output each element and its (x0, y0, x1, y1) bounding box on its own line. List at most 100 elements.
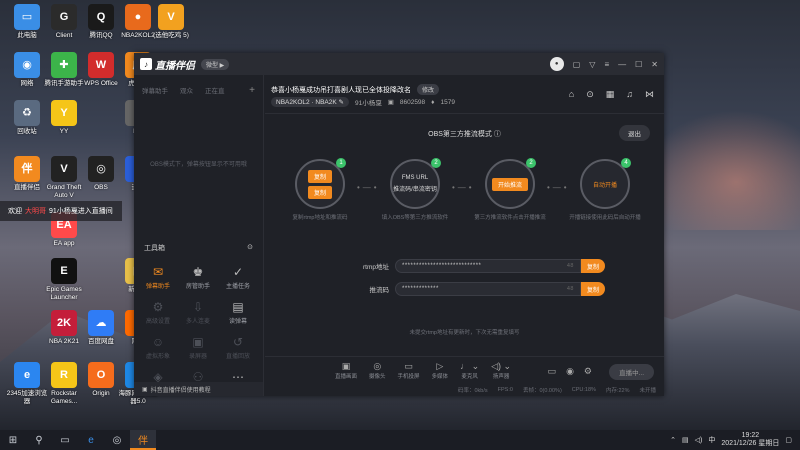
record-icon[interactable]: ▭ (548, 366, 557, 377)
preview-icon[interactable]: ◉ (566, 366, 574, 377)
desktop-icon[interactable]: 2K NBA 2K21 (43, 310, 85, 346)
ime-tray-icon[interactable]: 中 (708, 435, 715, 445)
qq-icon: Q (88, 4, 114, 30)
phone-cast-button[interactable]: ▭ 手机投屏 (398, 361, 420, 380)
notification-center-icon[interactable]: ▢ (785, 436, 792, 444)
desktop-icon[interactable]: ♻ 回收站 (6, 100, 48, 136)
step-1-copy-button[interactable]: 复制 (307, 169, 332, 183)
tool-task[interactable]: ✓ 主播任务 (218, 265, 258, 290)
add-tab-icon[interactable]: + (249, 85, 255, 96)
tab-live[interactable]: 正在直 (205, 85, 225, 96)
mode-pill[interactable]: 微型 ▶ (201, 58, 230, 70)
desktop-icon[interactable]: W WPS Office (80, 52, 122, 88)
tool-replay[interactable]: ↺ 直播回放 (218, 335, 258, 360)
close-icon[interactable]: ✕ (651, 60, 658, 69)
streaming-companion-taskbar-icon[interactable]: 伴 (130, 430, 156, 450)
camera-button[interactable]: ◎ 摄像头 (369, 361, 386, 380)
copy-stream-key-button[interactable]: 复制 (580, 282, 605, 296)
stream-key-count: 48 (566, 286, 574, 292)
scene-button[interactable]: ▣ 直播画面 (335, 361, 357, 380)
stream-key-input[interactable]: ************* 48 (395, 282, 581, 296)
v-icon: V (158, 4, 184, 30)
desktop-icon-label: OBS (94, 184, 108, 191)
desktop-icon[interactable]: ✚ 腾讯手游助手 (43, 52, 85, 88)
desktop-icon[interactable]: ☁ 百度网盘 (80, 310, 122, 346)
lock-icon[interactable]: ⊙ (586, 89, 594, 100)
mic-button[interactable]: ♩ ⌄ 麦克风 (460, 361, 479, 380)
minimize-icon[interactable]: — (618, 60, 626, 69)
gift-icon[interactable]: ⌂ (569, 89, 574, 100)
computer-icon: ▭ (14, 4, 40, 30)
speaker-label: 扬声器 (492, 374, 510, 380)
wallpaper-glow (640, 110, 800, 230)
tab-audience[interactable]: 观众 (180, 85, 193, 96)
clock[interactable]: 19:22 2021/12/26 星期日 (721, 432, 779, 448)
volume-tray-icon[interactable]: ◁) (695, 436, 703, 444)
tray-expand-icon[interactable]: ⌃ (670, 436, 676, 444)
rtmp-input[interactable]: **************************** 48 (395, 259, 581, 273)
tool-recorder[interactable]: ▣ 录屏器 (178, 335, 218, 360)
tool-multi-mic[interactable]: ⇩ 多人连麦 (178, 300, 218, 325)
tool-avatar-virtual[interactable]: ☺ 虚拟形象 (138, 335, 178, 360)
tutorial-link[interactable]: ▣ 抖音直播伴侣使用教程 (134, 382, 263, 396)
streaming-companion-window: ♪ 直播伴侣 微型 ▶ ● ▢ ▽ ≡ — ☐ ✕ 弹幕助手 观众 正在直 + … (134, 53, 664, 396)
desktop-icon-label: Origin (92, 390, 110, 397)
desktop-icon[interactable]: Y YY (43, 100, 85, 136)
desktop-icon[interactable]: G Client (43, 4, 85, 40)
phone-cast-icon: ▭ (404, 361, 413, 371)
start-push-button[interactable]: 开始推流 (491, 177, 528, 191)
desktop-icon[interactable]: ◉ 网络 (6, 52, 48, 88)
filter-icon[interactable]: ▽ (589, 60, 595, 69)
obs-taskbar-icon[interactable]: ◎ (104, 430, 130, 450)
tab-danmu[interactable]: 弹幕助手 (142, 85, 168, 96)
tool-bullet-chat[interactable]: ✉ 弹幕助手 (138, 265, 178, 290)
desktop-icon[interactable]: V (选他吃鸡 5) (150, 4, 192, 40)
rtmp-label: rtmp地址 (363, 264, 389, 271)
tutorial-label: 抖音直播伴侣使用教程 (150, 387, 211, 394)
category-pill[interactable]: NBA2KOL2 · NBA2K ✎ (271, 97, 349, 107)
media-button[interactable]: ▷ 多媒体 (432, 361, 449, 380)
avatar[interactable]: ● (549, 57, 564, 71)
copy-rtmp-button[interactable]: 复制 (580, 259, 605, 273)
desktop-icon[interactable]: ▭ 此电脑 (6, 4, 48, 40)
notification-user: 大明哥 (25, 208, 46, 215)
task-icon: ✓ (232, 265, 244, 279)
desktop-icon[interactable]: V Grand Theft Auto V (43, 156, 85, 200)
maximize-icon[interactable]: ☐ (635, 60, 642, 69)
browser-taskbar-icon[interactable]: e (78, 430, 104, 450)
menu-icon[interactable]: ≡ (604, 60, 609, 69)
desktop-icon[interactable]: O Origin (80, 362, 122, 398)
help-icon[interactable]: ⓘ (494, 131, 501, 138)
edit-title-button[interactable]: 修改 (417, 84, 440, 95)
tool-read-danmu[interactable]: ▤ 读弹幕 (218, 300, 258, 325)
desktop-icon[interactable]: e 2345加速浏览器 (6, 362, 48, 406)
bell-icon[interactable]: ♫ (626, 89, 633, 100)
network-tray-icon[interactable]: ▤ (682, 436, 689, 444)
desktop-icon[interactable]: R Rockstar Games... (43, 362, 85, 406)
recorder-icon: ▣ (192, 335, 204, 349)
step-2-fill: 2 FMS URL 推流码/串流密钥 (390, 158, 441, 209)
desktop-icon[interactable]: Q 腾讯QQ (80, 4, 122, 40)
share-icon[interactable]: ⋈ (645, 89, 654, 100)
start-live-button[interactable]: 直播中... (609, 364, 654, 380)
chat-icon[interactable]: ▢ (573, 60, 581, 69)
scene-label: 直播画面 (335, 374, 358, 380)
desktop-icon[interactable]: E Epic Games Launcher (43, 258, 85, 302)
settings-icon[interactable]: ⚙ (584, 366, 592, 377)
desktop-icon-label: 此电脑 (17, 32, 37, 39)
exit-button[interactable]: 退出 (619, 125, 650, 141)
desktop-icon[interactable]: ◎ OBS (80, 156, 122, 192)
layout-icon[interactable]: ▦ (606, 89, 615, 100)
windows-start-icon[interactable]: ⊞ (0, 430, 26, 450)
more-options-icon[interactable]: ⊙ (247, 243, 253, 253)
tool-advanced[interactable]: ⚙ 高级设置 (138, 300, 178, 325)
step-1-copy-button-2[interactable]: 复制 (307, 185, 332, 199)
tool-label: 多人连麦 (185, 319, 210, 325)
desktop-icon[interactable]: 伴直播伴侣 (6, 156, 48, 192)
phone-cast-label: 手机投屏 (397, 374, 420, 380)
speaker-button[interactable]: ◁) ⌄ 扬声器 (491, 361, 511, 380)
step-connector: •—• (547, 183, 570, 192)
task-view-icon[interactable]: ▭ (52, 430, 78, 450)
tool-admin[interactable]: ♚ 房管助手 (178, 265, 218, 290)
search-icon[interactable]: ⚲ (26, 430, 52, 450)
